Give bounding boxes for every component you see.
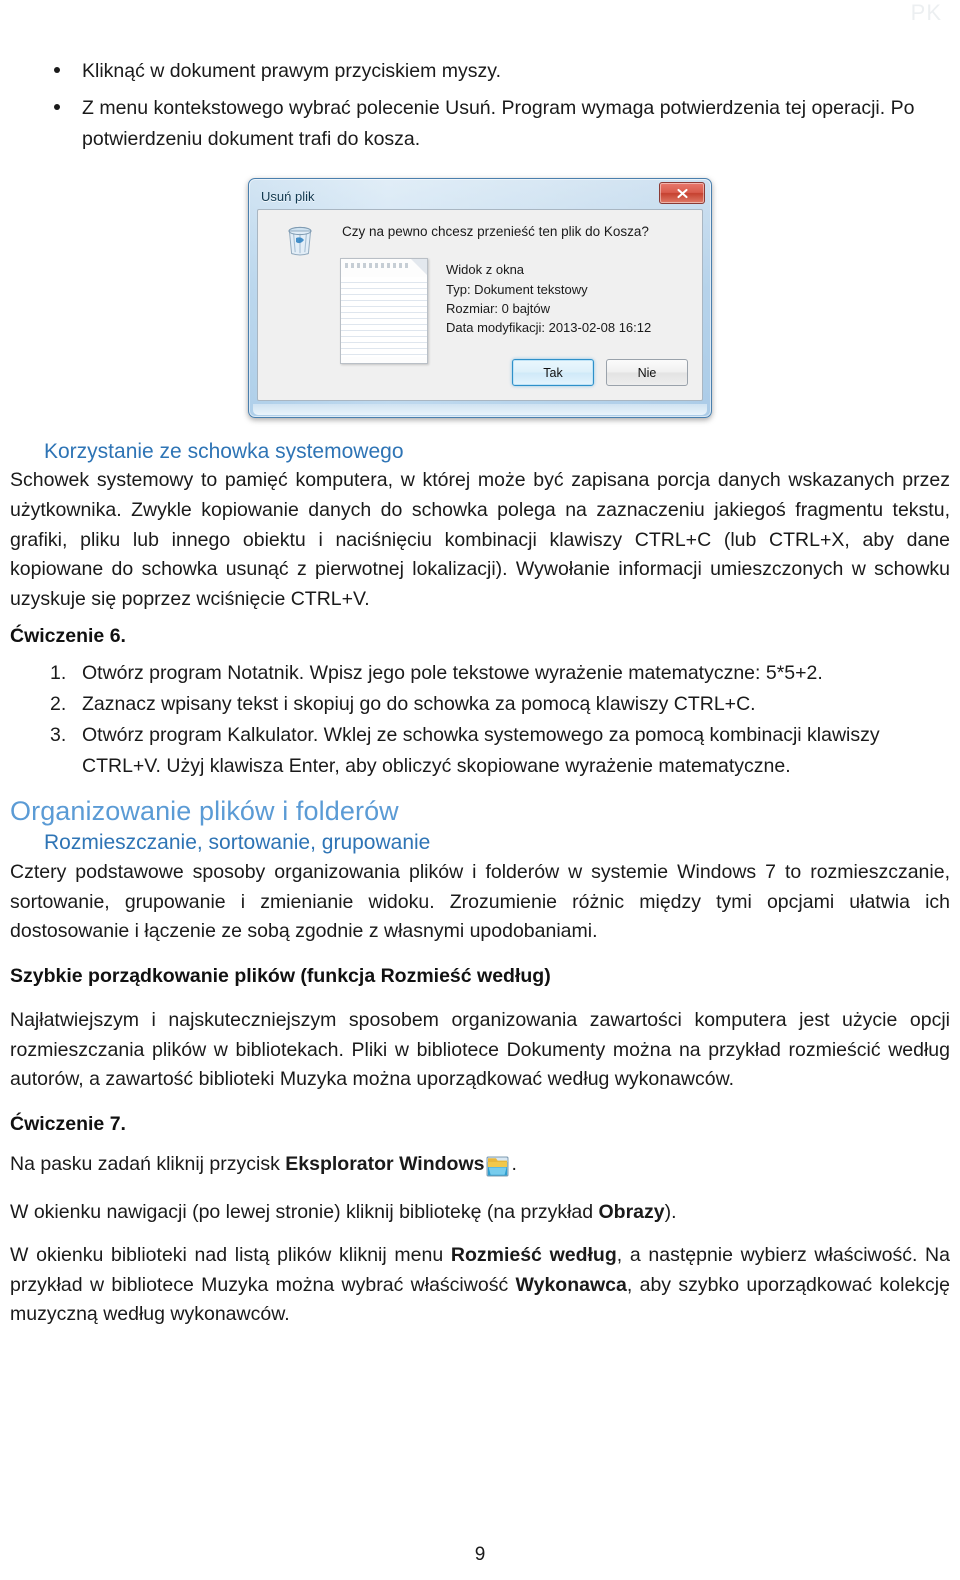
document-page: PK Kliknąć w dokument prawym przyciskiem… bbox=[0, 0, 960, 1580]
bullet-text: Kliknąć w dokument prawym przyciskiem my… bbox=[82, 60, 501, 82]
step-text: Zaznacz wpisany tekst i skopiuj go do sc… bbox=[82, 692, 756, 715]
clipboard-paragraph: Schowek systemowy to pamięć komputera, w… bbox=[10, 469, 950, 610]
dialog-button-row: Tak Nie bbox=[512, 359, 688, 387]
list-item: Z menu kontekstowego wybrać polecenie Us… bbox=[10, 93, 950, 155]
section-heading-clipboard: Korzystanie ze schowka systemowego bbox=[44, 440, 404, 464]
usun-plik-dialog: Usuń plik Czy na pewno chcesz przenieść … bbox=[248, 178, 712, 419]
dialog-bottom-strip bbox=[253, 404, 707, 416]
bullet-dot-icon bbox=[54, 67, 60, 73]
file-type: Typ: Dokument tekstowy bbox=[446, 281, 588, 297]
step-3-bold-term: Rozmieść według bbox=[450, 1244, 617, 1267]
thumbnail-header-scribble bbox=[345, 263, 409, 269]
step-2-bold-term: Obrazy bbox=[598, 1200, 665, 1223]
exercise-7-step-3: W okienku biblioteki nad listą plików kl… bbox=[10, 1241, 950, 1330]
yes-button[interactable]: Tak bbox=[512, 359, 594, 387]
step-1-text-after: . bbox=[511, 1152, 517, 1175]
dialog-screenshot-figure: Usuń plik Czy na pewno chcesz przenieść … bbox=[248, 178, 712, 419]
list-item: 3. Otwórz program Kalkulator. Wklej ze s… bbox=[10, 720, 950, 781]
dialog-body: Czy na pewno chcesz przenieść ten plik d… bbox=[257, 209, 703, 402]
page-header-watermark: PK bbox=[910, 0, 942, 25]
exercise-6-steps: 1. Otwórz program Notatnik. Wpisz jego p… bbox=[10, 658, 950, 782]
bullet-dot-icon bbox=[54, 103, 60, 110]
exercise-7-step-1: Na pasku zadań kliknij przycisk Eksplora… bbox=[10, 1150, 950, 1180]
list-item: Kliknąć w dokument prawym przyciskiem my… bbox=[10, 56, 950, 87]
organizing-paragraph-2: Najłatwiejszym i najskuteczniejszym spos… bbox=[10, 1009, 950, 1091]
step-3-text-before: W okienku biblioteki nad listą plików kl… bbox=[10, 1244, 451, 1267]
step-number: 1. bbox=[50, 661, 67, 684]
dialog-question-text: Czy na pewno chcesz przenieść ten plik d… bbox=[342, 224, 649, 240]
dialog-title: Usuń plik bbox=[261, 188, 315, 204]
step-number: 3. bbox=[50, 724, 67, 747]
exercise-7-title: Ćwiczenie 7. bbox=[10, 1112, 126, 1135]
bold-subheading-quick-sort: Szybkie porządkowanie plików (funkcja Ro… bbox=[10, 965, 551, 988]
bullet-text: Z menu kontekstowego wybrać polecenie Us… bbox=[82, 96, 915, 150]
section-heading-organizing: Organizowanie plików i folderów bbox=[10, 796, 399, 827]
text-document-thumbnail-icon bbox=[340, 258, 428, 365]
exercise-6-title: Ćwiczenie 6. bbox=[10, 624, 126, 647]
step-2-text-before: W okienku nawigacji (po lewej stronie) k… bbox=[10, 1200, 599, 1223]
list-item: 2. Zaznacz wpisany tekst i skopiuj go do… bbox=[10, 689, 950, 719]
no-button[interactable]: Nie bbox=[606, 359, 688, 387]
organizing-intro-paragraph: Cztery podstawowe sposoby organizowania … bbox=[10, 861, 950, 943]
list-item: 1. Otwórz program Notatnik. Wpisz jego p… bbox=[10, 658, 950, 688]
page-fold-corner bbox=[411, 259, 427, 276]
file-modified: Data modyfikacji: 2013-02-08 16:12 bbox=[446, 320, 652, 336]
step-text: Otwórz program Notatnik. Wpisz jego pole… bbox=[82, 661, 823, 684]
file-details: Widok z okna Typ: Dokument tekstowy Rozm… bbox=[446, 260, 651, 337]
file-size: Rozmiar: 0 bajtów bbox=[446, 300, 551, 316]
step-number: 2. bbox=[50, 692, 67, 715]
exercise-7-step-2: W okienku nawigacji (po lewej stronie) k… bbox=[10, 1198, 950, 1228]
dialog-title-bar: Usuń plik bbox=[253, 182, 707, 209]
step-3-bold-term-2: Wykonawca bbox=[515, 1273, 627, 1296]
step-2-text-after: ). bbox=[664, 1200, 677, 1223]
instruction-bullet-list: Kliknąć w dokument prawym przyciskiem my… bbox=[10, 56, 950, 154]
subsection-heading-arranging: Rozmieszczanie, sortowanie, grupowanie bbox=[44, 831, 431, 855]
close-icon[interactable] bbox=[659, 182, 705, 205]
step-1-text-before: Na pasku zadań kliknij przycisk bbox=[10, 1152, 286, 1175]
thumbnail-lines bbox=[341, 277, 427, 358]
step-text: Otwórz program Kalkulator. Wklej ze scho… bbox=[82, 724, 880, 777]
recycle-bin-icon bbox=[280, 220, 320, 260]
windows-explorer-icon bbox=[485, 1154, 510, 1179]
page-number: 9 bbox=[474, 1544, 486, 1565]
step-1-bold-term: Eksplorator Windows bbox=[285, 1152, 485, 1175]
file-name: Widok z okna bbox=[446, 262, 525, 278]
